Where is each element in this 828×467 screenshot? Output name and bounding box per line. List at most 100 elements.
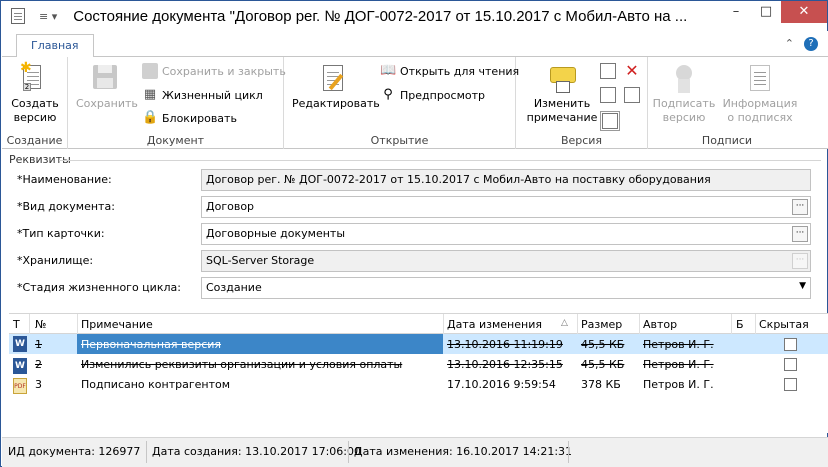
- table-row[interactable]: W 1 Первоначальная версия 13.10.2016 11:…: [9, 334, 828, 354]
- col-hidden[interactable]: Скрытая: [759, 318, 809, 331]
- minimize-button[interactable]: –: [721, 1, 751, 23]
- row-note: Подписано контрагентом: [81, 378, 231, 391]
- version-pdf-button[interactable]: [600, 111, 620, 131]
- table-row[interactable]: PDF 3 Подписано контрагентом 17.10.2016 …: [9, 374, 828, 394]
- edit-button[interactable]: Редактировать: [292, 61, 380, 111]
- col-b[interactable]: Б: [736, 318, 744, 331]
- doc-kind-row: *Вид документа: Договор ···: [9, 196, 821, 218]
- row-size: 378 КБ: [581, 378, 621, 391]
- col-num[interactable]: №: [35, 318, 46, 331]
- save-button[interactable]: Сохранить: [76, 61, 138, 111]
- group-document-label: Документ: [146, 134, 205, 147]
- group-document: Сохранить Сохранить и закрыть ▦ Жизненны…: [68, 57, 286, 149]
- collapse-ribbon-icon[interactable]: ⌃: [785, 37, 794, 51]
- hidden-checkbox[interactable]: [784, 358, 797, 371]
- window-title: Состояние документа "Договор рег. № ДОГ-…: [73, 7, 688, 25]
- ribbon: ✱ 2 Создать версию Создание Сохранить Со…: [2, 57, 828, 149]
- signature-info-icon: [744, 61, 776, 95]
- storage-row: *Хранилище: SQL-Server Storage ···: [9, 250, 821, 272]
- lock-button[interactable]: 🔒 Блокировать: [142, 110, 237, 126]
- sign-version-button[interactable]: Подписать версию: [652, 61, 716, 125]
- doc-kind-field[interactable]: Договор ···: [201, 196, 811, 218]
- create-version-label: Создать версию: [11, 97, 59, 124]
- row-note: Изменились реквизиты организации и услов…: [81, 358, 403, 371]
- delete-version-button[interactable]: ✕: [624, 63, 640, 79]
- word-icon: W: [13, 358, 27, 374]
- lifecycle-button[interactable]: ▦ Жизненный цикл: [142, 87, 263, 103]
- row-author: Петров И. Г.: [643, 338, 714, 351]
- save-close-icon: [142, 63, 158, 79]
- versions-table-header: Т № Примечание Дата изменения △ Размер А…: [9, 314, 828, 334]
- row-author: Петров И. Г.: [643, 358, 714, 371]
- edit-label: Редактировать: [292, 97, 380, 110]
- document-state-window: ≡ ▾ Состояние документа "Договор рег. № …: [0, 0, 828, 467]
- tab-main[interactable]: Главная: [16, 34, 94, 58]
- preview-button[interactable]: ⚲ Предпросмотр: [380, 87, 485, 103]
- doc-kind-ellipsis-button[interactable]: ···: [792, 199, 808, 215]
- row-date: 13.10.2016 11:19:19: [447, 338, 563, 351]
- group-signatures-label: Подписи: [701, 134, 753, 147]
- group-version: Изменить примечание ✕ Версия: [516, 57, 648, 149]
- group-creation-label: Создание: [6, 134, 63, 147]
- word-icon: W: [13, 336, 27, 352]
- row-author: Петров И. Г.: [643, 378, 714, 391]
- quick-access-menu[interactable]: ≡ ▾: [39, 10, 57, 23]
- row-note: Первоначальная версия: [77, 334, 443, 354]
- lifecycle-stage-select[interactable]: Создание ▼: [201, 277, 811, 299]
- sort-asc-icon: △: [561, 318, 568, 328]
- col-date[interactable]: Дата изменения: [447, 318, 542, 331]
- document-lock-icon: [624, 87, 640, 103]
- change-note-button[interactable]: Изменить примечание: [522, 61, 602, 125]
- open-read-button[interactable]: 📖 Открыть для чтения: [380, 63, 519, 79]
- lock-label: Блокировать: [162, 111, 237, 125]
- storage-value: SQL-Server Storage: [206, 254, 315, 267]
- storage-field[interactable]: SQL-Server Storage ···: [201, 250, 811, 272]
- floppy-disk-icon: [89, 61, 121, 95]
- lifecycle-stage-row: *Стадия жизненного цикла: Создание ▼: [9, 277, 821, 299]
- save-label: Сохранить: [76, 97, 138, 110]
- pdf-icon: PDF: [13, 378, 27, 394]
- title-bar: ≡ ▾ Состояние документа "Договор рег. № …: [1, 1, 827, 31]
- ribbon-tabs: Главная ⌃ ?: [2, 31, 828, 58]
- change-note-label: Изменить примечание: [526, 97, 598, 124]
- hidden-checkbox[interactable]: [784, 378, 797, 391]
- row-date: 13.10.2016 12:35:15: [447, 358, 563, 371]
- group-creation: ✱ 2 Создать версию Создание: [2, 57, 68, 149]
- close-button[interactable]: ✕: [781, 1, 827, 23]
- version-info-button[interactable]: [600, 87, 616, 103]
- edit-version-icon: [600, 63, 616, 79]
- create-version-button[interactable]: ✱ 2 Создать версию: [8, 61, 62, 125]
- group-version-label: Версия: [560, 134, 603, 147]
- document-info-icon: [600, 87, 616, 103]
- magnifier-icon: ⚲: [383, 87, 393, 102]
- col-author[interactable]: Автор: [643, 318, 677, 331]
- row-num: 3: [35, 378, 42, 391]
- hidden-checkbox[interactable]: [784, 338, 797, 351]
- chevron-down-icon[interactable]: ▼: [799, 281, 806, 291]
- status-modified: Дата изменения: 16.10.2017 14:21:31: [354, 445, 573, 458]
- version-lock-button[interactable]: [624, 87, 640, 103]
- group-opening: Редактировать 📖 Открыть для чтения ⚲ Пре…: [284, 57, 519, 149]
- lifecycle-stage-label: *Стадия жизненного цикла:: [17, 281, 181, 294]
- name-label: *Наименование:: [17, 173, 112, 186]
- col-note[interactable]: Примечание: [81, 318, 153, 331]
- save-close-button[interactable]: Сохранить и закрыть: [142, 63, 286, 79]
- card-type-ellipsis-button[interactable]: ···: [792, 226, 808, 242]
- col-size[interactable]: Размер: [581, 318, 622, 331]
- book-icon: 📖: [380, 63, 397, 78]
- edit-version-button[interactable]: [600, 63, 616, 79]
- storage-ellipsis-button[interactable]: ···: [792, 253, 808, 269]
- help-icon[interactable]: ?: [804, 37, 818, 51]
- maximize-button[interactable]: □: [751, 1, 781, 23]
- table-row[interactable]: W 2 Изменились реквизиты организации и у…: [9, 354, 828, 374]
- storage-label: *Хранилище:: [17, 254, 94, 267]
- card-type-field[interactable]: Договорные документы ···: [201, 223, 811, 245]
- signature-info-button[interactable]: Информация о подписях: [720, 61, 800, 125]
- lock-icon: 🔒: [142, 110, 159, 125]
- row-size: 45,5 КБ: [581, 358, 625, 371]
- name-field[interactable]: Договор рег. № ДОГ-0072-2017 от 15.10.20…: [201, 169, 811, 191]
- col-type[interactable]: Т: [13, 318, 20, 331]
- card-type-row: *Тип карточки: Договорные документы ···: [9, 223, 821, 245]
- lifecycle-label: Жизненный цикл: [162, 88, 263, 102]
- open-read-label: Открыть для чтения: [400, 64, 520, 78]
